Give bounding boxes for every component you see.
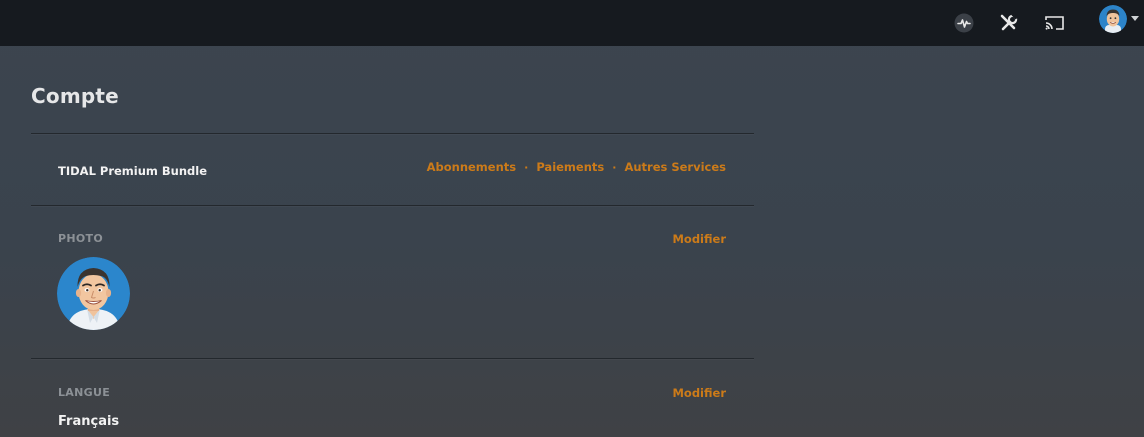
other-services-link[interactable]: Autres Services bbox=[624, 160, 726, 174]
profile-photo bbox=[57, 257, 130, 330]
cast-button[interactable] bbox=[1040, 8, 1070, 38]
avatar-picture bbox=[1099, 5, 1127, 33]
plan-name: TIDAL Premium Bundle bbox=[58, 164, 208, 178]
chevron-down-icon bbox=[1131, 16, 1139, 21]
activity-button[interactable] bbox=[949, 8, 979, 38]
modify-photo-link[interactable]: Modifier bbox=[672, 232, 726, 246]
payments-link[interactable]: Paiements bbox=[536, 160, 604, 174]
subscriptions-link[interactable]: Abonnements bbox=[427, 160, 517, 174]
activity-icon bbox=[954, 13, 974, 33]
language-value: Français bbox=[58, 414, 120, 429]
divider bbox=[31, 133, 754, 134]
divider bbox=[31, 358, 754, 359]
language-section-label: LANGUE bbox=[58, 386, 111, 399]
modify-language-link[interactable]: Modifier bbox=[672, 386, 726, 400]
divider bbox=[31, 205, 754, 206]
top-bar bbox=[0, 0, 1144, 46]
account-menu-toggle[interactable] bbox=[1130, 14, 1140, 24]
photo-section-label: PHOTO bbox=[58, 232, 103, 245]
tools-button[interactable] bbox=[994, 8, 1024, 38]
subscription-links: Abonnements · Paiements · Autres Service… bbox=[427, 160, 726, 174]
page-title: Compte bbox=[31, 84, 119, 108]
cast-icon bbox=[1045, 16, 1064, 30]
tools-icon bbox=[1000, 13, 1019, 31]
avatar[interactable] bbox=[1099, 5, 1127, 33]
link-separator: · bbox=[612, 160, 617, 174]
link-separator: · bbox=[524, 160, 529, 174]
profile-photo-picture bbox=[57, 257, 130, 330]
